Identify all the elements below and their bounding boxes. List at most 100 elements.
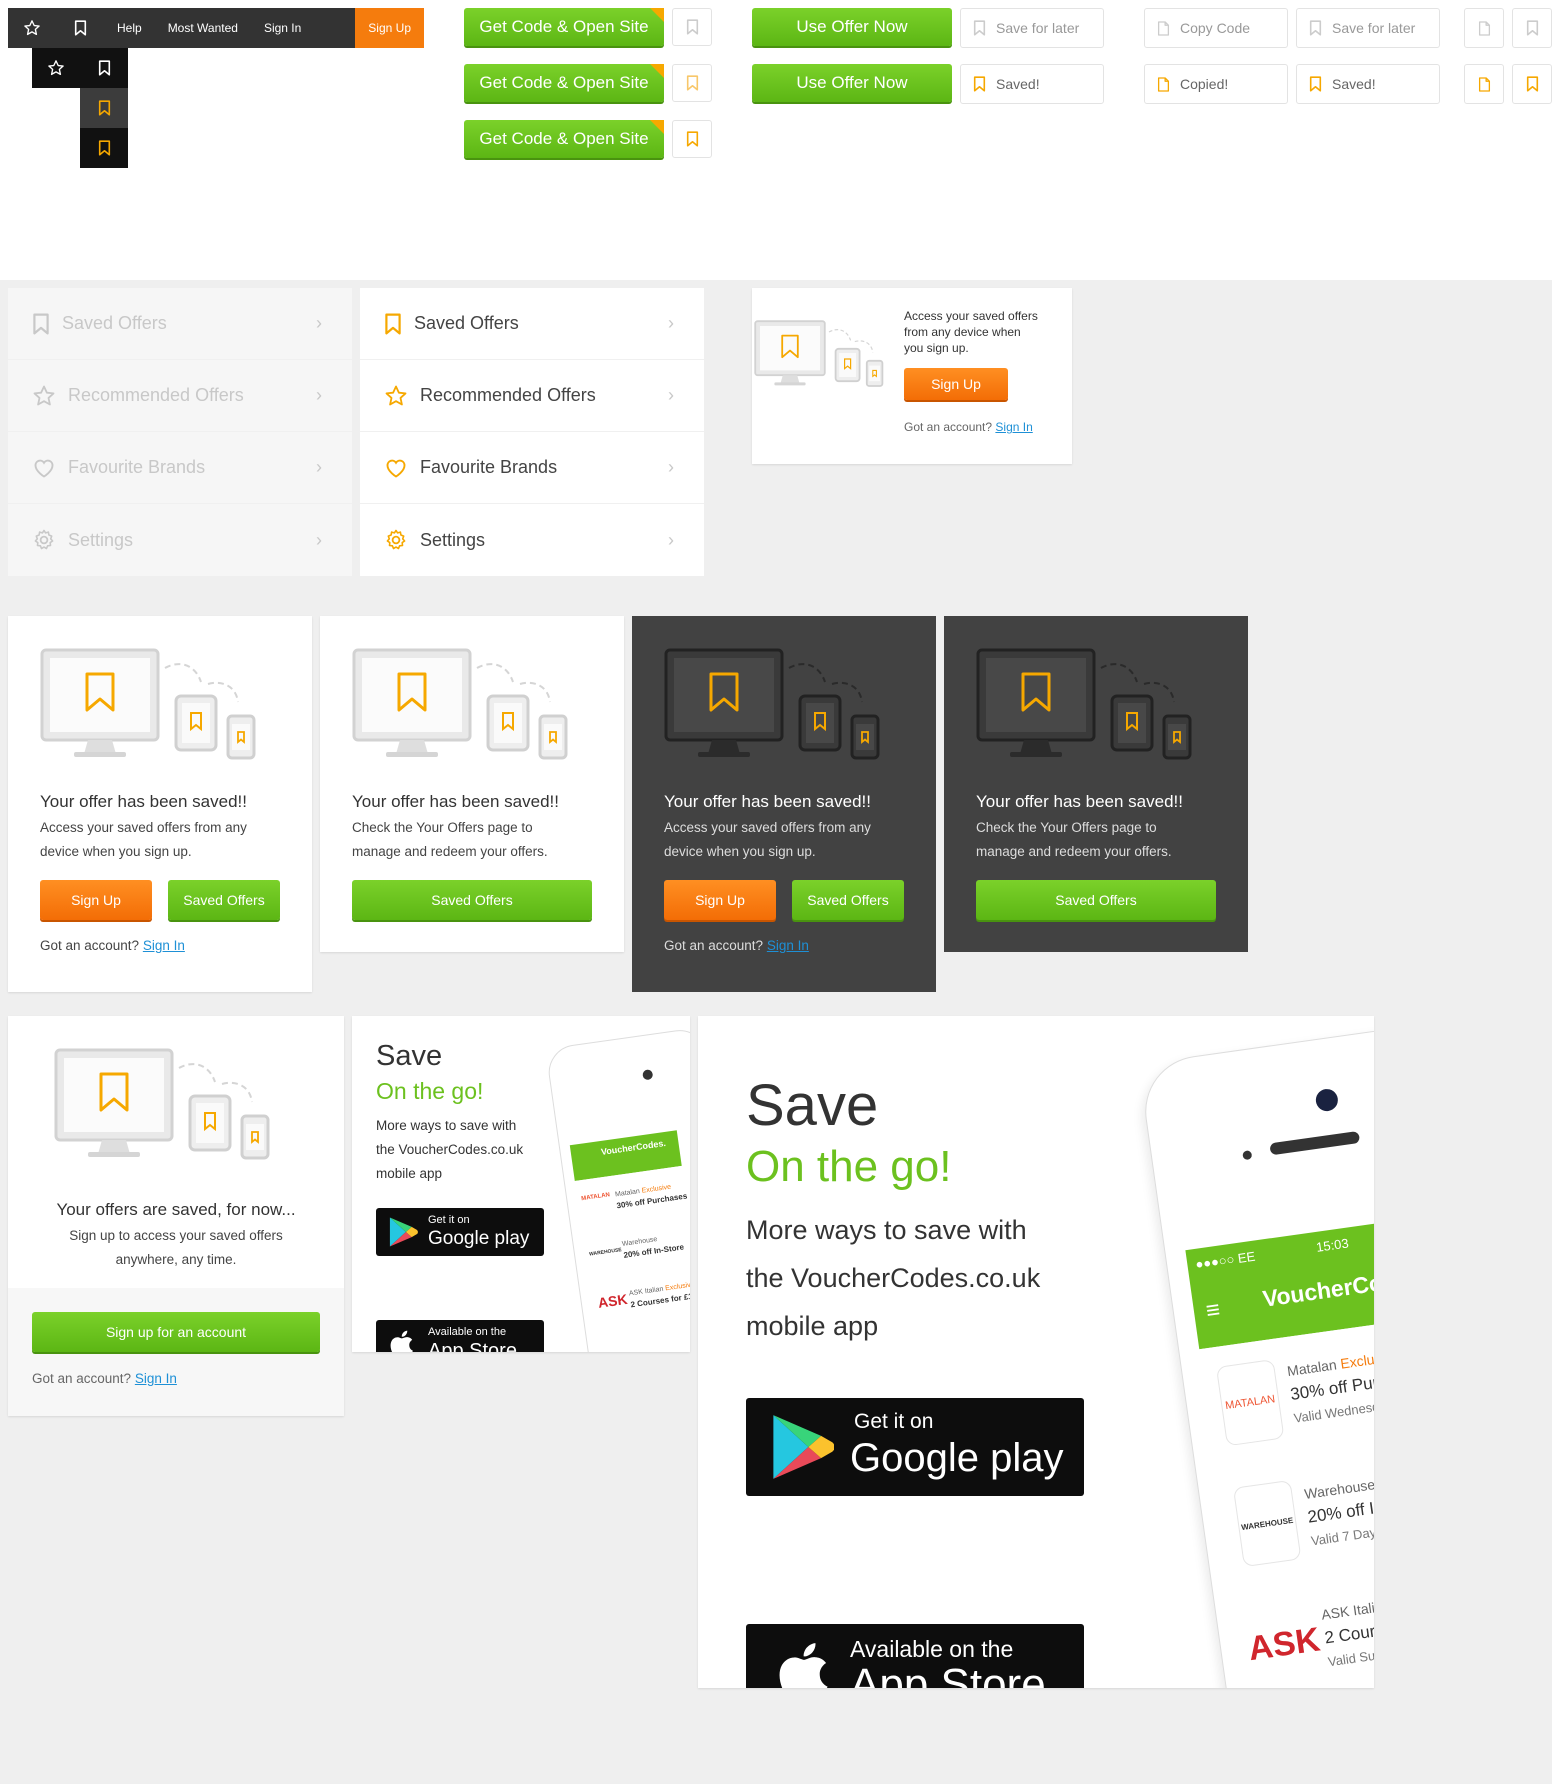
devices-illustration: [754, 302, 904, 410]
save-square-button[interactable]: [672, 8, 712, 46]
nav-sign-in-link[interactable]: Sign In: [251, 21, 314, 35]
saved-button[interactable]: Saved!: [960, 64, 1104, 104]
copy-icon: [1157, 21, 1170, 36]
devices-illustration: [352, 648, 602, 768]
app-promo-text: the VoucherCodes.co.uk: [746, 1263, 1041, 1293]
chevron-right-icon: ›: [668, 529, 674, 550]
sign-in-link[interactable]: Sign In: [143, 938, 185, 953]
devices-illustration: [54, 1048, 304, 1168]
save-for-later-button[interactable]: Save for later: [1296, 8, 1440, 48]
bookmark-hover-icon[interactable]: [80, 88, 128, 128]
copy-code-button[interactable]: Copy Code: [1144, 8, 1288, 48]
copy-square-button[interactable]: [1464, 8, 1504, 48]
bookmark-active-icon[interactable]: [80, 128, 128, 168]
got-account-label: Got an account?: [32, 1371, 132, 1386]
nav-sign-up-button[interactable]: Sign Up: [355, 8, 424, 48]
ask-logo: ASK: [1245, 1619, 1323, 1668]
saved-for-now-card: Your offers are saved, for now... Sign u…: [8, 1016, 344, 1416]
bookmark-icon[interactable]: [56, 20, 104, 36]
nav-help-link[interactable]: Help: [104, 21, 155, 35]
promo-text: Access your saved offers: [904, 309, 1038, 323]
sign-in-link[interactable]: Sign In: [995, 420, 1032, 434]
phone-mockup: ●●●○○ EE 15:03 ≡ VoucherCodes. MATALAN M…: [1138, 1018, 1374, 1688]
google-play-badge[interactable]: Get it on Google play: [746, 1398, 1084, 1496]
bookmark-icon: [1309, 76, 1322, 92]
saved-offers-button[interactable]: Saved Offers: [168, 880, 280, 920]
bookmark-icon: [686, 131, 699, 147]
app-store-badge[interactable]: Available on the App Store: [376, 1320, 544, 1352]
menu-item-favourite-brands[interactable]: Favourite Brands ›: [8, 432, 352, 504]
star-icon[interactable]: [8, 19, 56, 37]
sign-in-link[interactable]: Sign In: [767, 938, 809, 953]
use-offer-button[interactable]: Use Offer Now: [752, 64, 952, 102]
card-title: Your offer has been saved!!: [352, 792, 559, 811]
code-peel-corner: [650, 120, 664, 134]
app-promo-heading: Save: [746, 1073, 879, 1138]
copy-icon: [1478, 21, 1491, 36]
chevron-right-icon: ›: [668, 385, 674, 405]
sign-up-button[interactable]: Sign Up: [904, 368, 1008, 400]
menu-item-settings[interactable]: Settings ›: [360, 504, 704, 576]
account-menu-disabled: Saved Offers › Recommended Offers › Favour…: [8, 288, 352, 576]
saved-offers-button[interactable]: Saved Offers: [792, 880, 904, 920]
copied-button[interactable]: Copied!: [1144, 64, 1288, 104]
card-title: Your offers are saved, for now...: [56, 1200, 296, 1219]
app-store-badge[interactable]: Available on the App Store: [746, 1624, 1084, 1688]
bookmark-icon: [973, 76, 986, 92]
account-menu: Saved Offers › Recommended Offers › Favour…: [360, 288, 704, 576]
save-square-button[interactable]: [1512, 8, 1552, 48]
bookmark-icon[interactable]: [80, 60, 128, 76]
star-icon: [384, 384, 408, 408]
offer-saved-card-signup: Your offer has been saved!! Access your …: [8, 616, 312, 992]
saved-offers-button[interactable]: Saved Offers: [352, 880, 592, 920]
chevron-right-icon: ›: [316, 529, 322, 550]
matalan-logo: MATALAN: [1215, 1359, 1285, 1447]
app-promo-large: Save On the go! More ways to save with th…: [698, 1016, 1374, 1688]
google-play-icon: [388, 1216, 418, 1248]
get-code-button[interactable]: Get Code & Open Site: [464, 120, 664, 158]
offer-saved-card-member-dark: Your offer has been saved!! Check the Yo…: [944, 616, 1248, 952]
chevron-right-icon: ›: [316, 313, 322, 333]
saved-button[interactable]: Saved!: [1296, 64, 1440, 104]
copied-square-button[interactable]: [1464, 64, 1504, 104]
menu-item-recommended-offers[interactable]: Recommended Offers ›: [360, 360, 704, 432]
save-square-active-button[interactable]: [672, 120, 712, 158]
get-code-button[interactable]: Get Code & Open Site: [464, 8, 664, 46]
devices-illustration: [664, 648, 914, 768]
card-description: manage and redeem your offers.: [976, 844, 1172, 859]
bookmark-icon: [32, 313, 50, 335]
sign-up-account-button[interactable]: Sign up for an account: [32, 1312, 320, 1352]
saved-offers-button[interactable]: Saved Offers: [976, 880, 1216, 920]
app-promo-subheading: On the go!: [746, 1142, 952, 1191]
sign-up-button[interactable]: Sign Up: [664, 880, 776, 920]
nav-most-wanted-link[interactable]: Most Wanted: [155, 21, 251, 35]
sign-up-button[interactable]: Sign Up: [40, 880, 152, 920]
menu-item-saved-offers[interactable]: Saved Offers ›: [8, 288, 352, 360]
app-promo-text: mobile app: [376, 1166, 443, 1181]
card-description: anywhere, any time.: [115, 1252, 237, 1267]
save-for-later-button[interactable]: Save for later: [960, 8, 1104, 48]
got-account-label: Got an account?: [40, 938, 140, 953]
got-account-label: Got an account?: [904, 420, 993, 434]
get-code-button[interactable]: Get Code & Open Site: [464, 64, 664, 102]
menu-item-favourite-brands[interactable]: Favourite Brands ›: [360, 432, 704, 504]
menu-item-recommended-offers[interactable]: Recommended Offers ›: [8, 360, 352, 432]
chevron-right-icon: ›: [316, 385, 322, 405]
use-offer-button[interactable]: Use Offer Now: [752, 8, 952, 46]
card-description: Access your saved offers from any: [40, 820, 247, 835]
offer-saved-card-signup-dark: Your offer has been saved!! Access your …: [632, 616, 936, 992]
sign-in-link[interactable]: Sign In: [135, 1371, 177, 1386]
menu-item-settings[interactable]: Settings ›: [8, 504, 352, 576]
google-play-badge[interactable]: Get it on Google play: [376, 1208, 544, 1256]
card-description: device when you sign up.: [664, 844, 816, 859]
app-promo-text: the VoucherCodes.co.uk: [376, 1142, 524, 1157]
saved-square-button[interactable]: [1512, 64, 1552, 104]
code-peel-corner: [650, 64, 664, 78]
save-square-hover-button[interactable]: [672, 64, 712, 102]
menu-item-saved-offers[interactable]: Saved Offers ›: [360, 288, 704, 360]
chevron-right-icon: ›: [668, 313, 674, 333]
app-promo-heading: Save: [376, 1040, 443, 1072]
heart-icon: [384, 456, 408, 480]
star-icon[interactable]: [32, 59, 80, 77]
card-description: Access your saved offers from any: [664, 820, 871, 835]
